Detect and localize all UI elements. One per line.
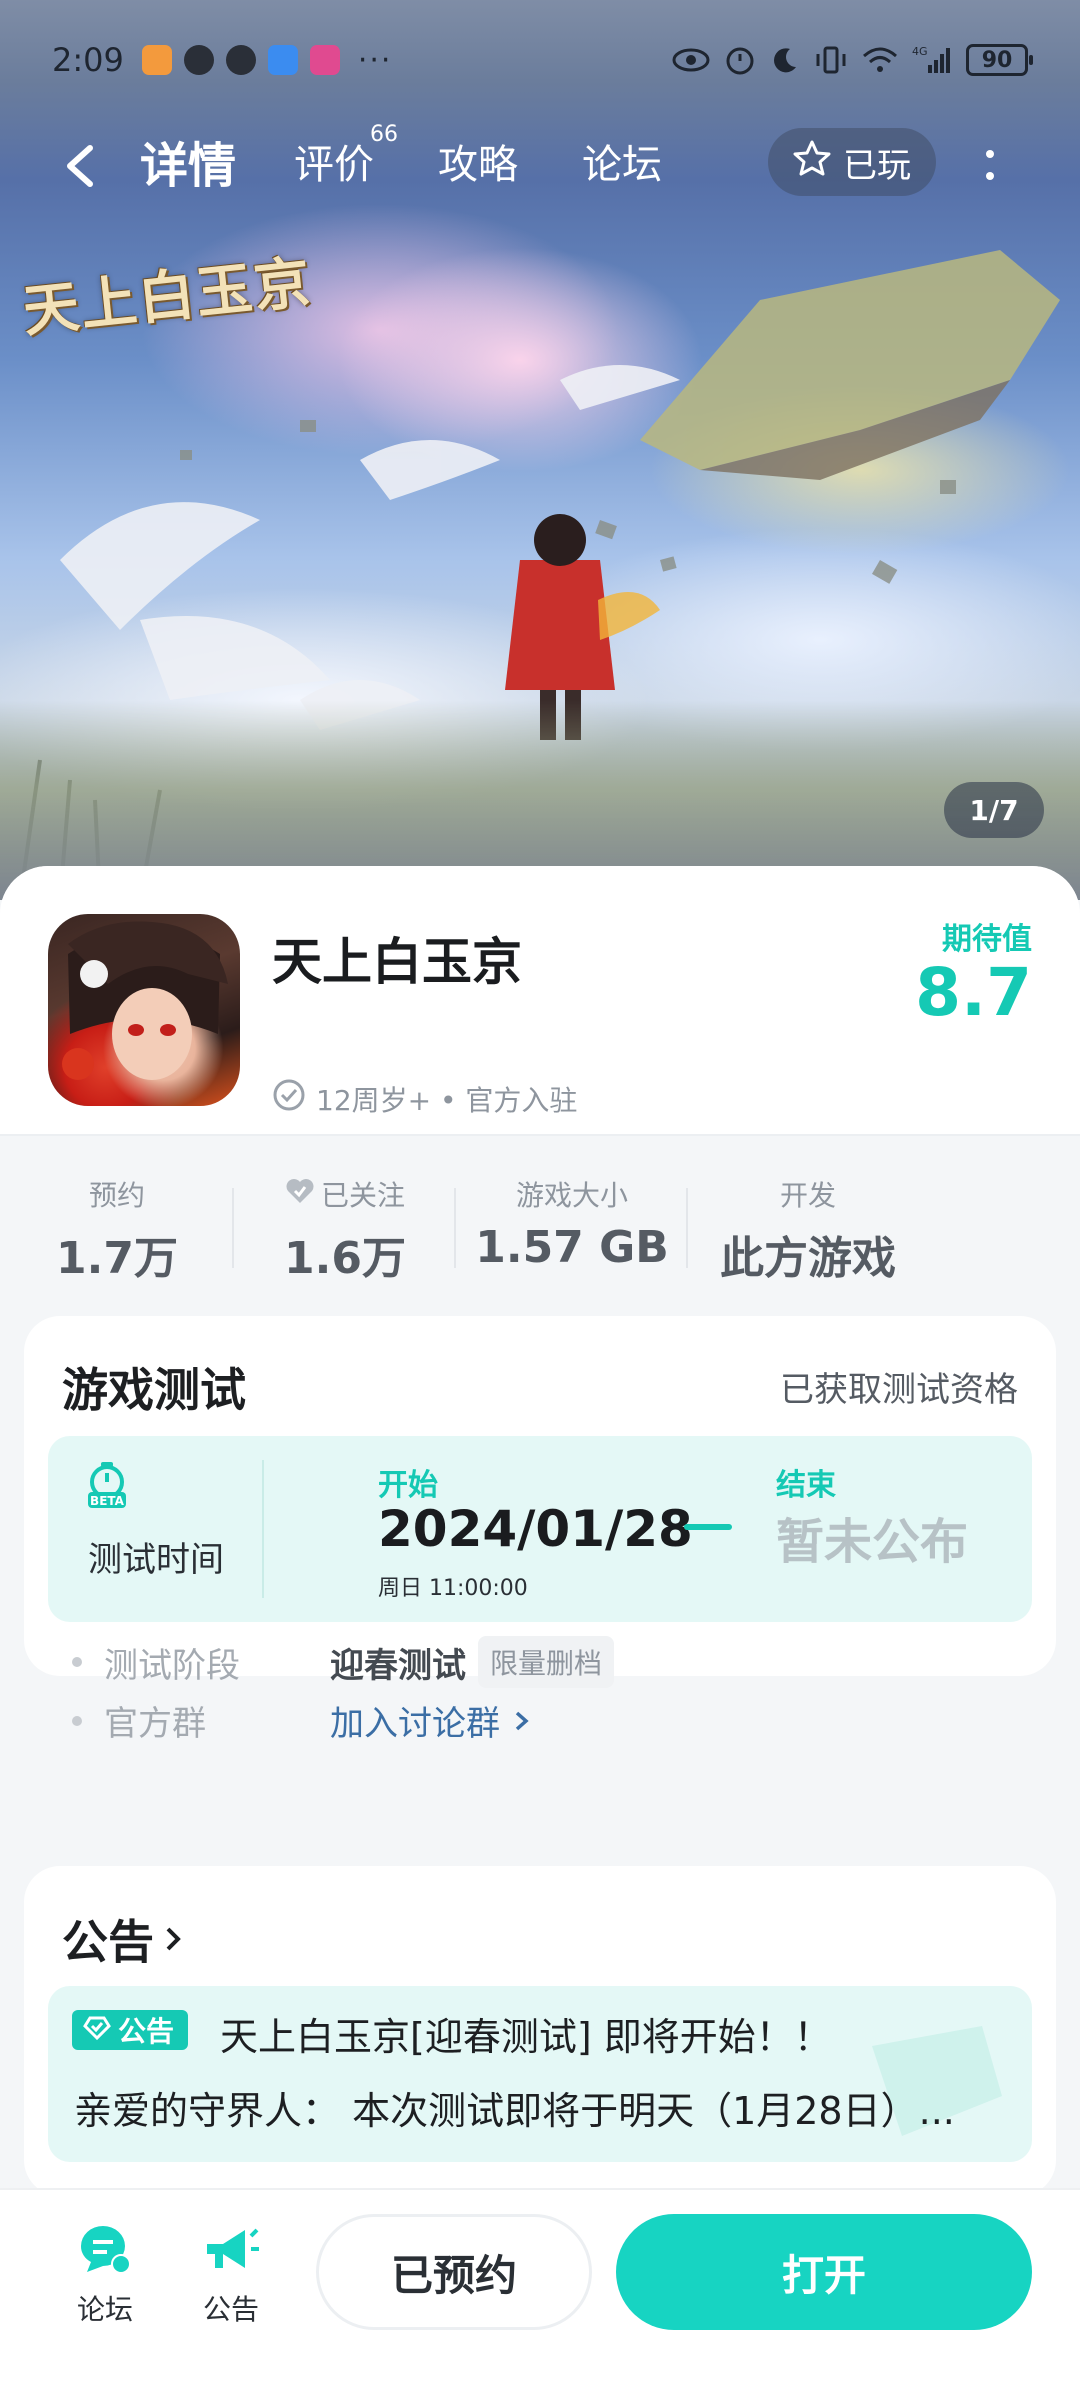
test-time-label-area: BETA 测试时间 xyxy=(48,1436,264,1622)
test-time-box: BETA 测试时间 开始 2024/01/28 周日 11:00:00 结束 暂… xyxy=(48,1436,1032,1622)
stat-label: 开发 xyxy=(779,1179,836,1212)
stat-value: 1.7万 xyxy=(56,1233,178,1284)
alarm-icon xyxy=(724,44,756,76)
vibrate-icon xyxy=(814,45,848,75)
expectation-score: 期待值 8.7 xyxy=(915,914,1032,1027)
top-nav: 详情 评价 66 攻略 论坛 已玩 xyxy=(0,122,1080,208)
notice-tag-label: 公告 xyxy=(118,2015,175,2048)
expectation-value: 8.7 xyxy=(915,954,1032,1031)
tab-forum[interactable]: 论坛 xyxy=(582,132,662,190)
stat-label: 已关注 xyxy=(320,1179,405,1212)
notice-body: 亲爱的守界人： 本次测试即将于明天（1月28日）... xyxy=(74,2089,955,2133)
test-status: 已获取测试资格 xyxy=(780,1370,1018,1410)
tab-reviews[interactable]: 评价 xyxy=(294,132,374,190)
more-menu-icon[interactable] xyxy=(980,140,1000,190)
network-label: 4G xyxy=(912,45,928,58)
stat-size: 游戏大小 1.57 GB xyxy=(456,1138,688,1288)
game-meta: 12周岁+ • 官方入驻 xyxy=(272,1078,577,1119)
game-meta-text: 12周岁+ • 官方入驻 xyxy=(316,1083,578,1117)
star-icon xyxy=(793,139,831,186)
open-game-button[interactable]: 打开 xyxy=(616,2214,1032,2330)
test-start-detail: 周日 11:00:00 xyxy=(378,1576,528,1601)
reviews-count-badge: 66 xyxy=(370,122,398,147)
test-stage-row: 测试阶段 迎春测试 限量删档 xyxy=(72,1636,615,1688)
tab-guides[interactable]: 攻略 xyxy=(438,132,518,190)
official-group-label: 官方群 xyxy=(104,1704,206,1744)
test-stage-tag: 限量删档 xyxy=(478,1636,615,1688)
cloud-icon xyxy=(267,45,298,75)
stat-label: 游戏大小 xyxy=(515,1179,628,1212)
notice-shortcut-label: 公告 xyxy=(202,2293,259,2326)
notice-card: 公告 公告 天上白玉京[迎春测试] 即将开始！！ 亲爱的守界人： 本次测试即将于… xyxy=(24,1866,1056,2196)
stat-value: 1.6万 xyxy=(284,1233,406,1284)
notice-shortcut[interactable]: 公告 xyxy=(186,2222,276,2328)
expectation-label: 期待值 xyxy=(942,922,1032,957)
date-range-dash xyxy=(684,1524,732,1530)
heart-check-icon xyxy=(285,1177,315,1212)
test-stage-label: 测试阶段 xyxy=(104,1645,240,1686)
forum-shortcut-label: 论坛 xyxy=(76,2293,133,2326)
wifi-icon xyxy=(862,46,898,74)
back-icon[interactable] xyxy=(56,138,106,194)
test-time-label: 测试时间 xyxy=(88,1540,224,1580)
signal-icon: 4G xyxy=(912,45,952,75)
official-group-row: 官方群 加入讨论群 xyxy=(72,1696,533,1745)
notice-item[interactable]: 公告 天上白玉京[迎春测试] 即将开始！！ 亲爱的守界人： 本次测试即将于明天（… xyxy=(48,1986,1032,2162)
video-icon xyxy=(309,45,340,75)
qq-icon xyxy=(183,45,214,75)
bullet-dot xyxy=(72,1715,82,1726)
played-label: 已玩 xyxy=(843,145,911,186)
notice-headline: 天上白玉京[迎春测试] 即将开始！！ xyxy=(220,2015,832,2059)
bullet-dot xyxy=(72,1657,82,1667)
chevron-right-icon xyxy=(511,1704,533,1744)
status-time: 2:09 xyxy=(52,41,124,79)
test-end-value: 暂未公布 xyxy=(776,1514,969,1570)
beta-timer-icon: BETA xyxy=(82,1460,132,1514)
notice-card-title: 公告 xyxy=(62,1915,154,1969)
test-time-divider xyxy=(262,1460,264,1598)
reserved-button[interactable]: 已预约 xyxy=(316,2214,592,2330)
messages-icon xyxy=(225,45,256,75)
test-end-label: 结束 xyxy=(776,1468,836,1503)
heart-check-icon xyxy=(82,2014,112,2047)
megaphone-icon xyxy=(201,2228,261,2282)
verified-check-icon xyxy=(272,1078,306,1119)
stat-reservations: 预约 1.7万 xyxy=(0,1138,234,1288)
taobao-icon xyxy=(141,45,172,75)
game-test-card: 游戏测试 已获取测试资格 BETA 测试时间 开始 2024/01/28 周日 … xyxy=(24,1316,1056,1744)
stat-label: 预约 xyxy=(88,1179,145,1212)
battery-icon: 90 xyxy=(966,44,1033,76)
game-icon[interactable] xyxy=(48,914,240,1106)
game-header: 天上白玉京 12周岁+ • 官方入驻 期待值 8.7 xyxy=(0,866,1080,1136)
moon-icon xyxy=(770,45,800,75)
banner-pager: 1/7 xyxy=(944,782,1044,838)
test-start-label: 开始 xyxy=(378,1468,438,1503)
test-stage-value: 迎春测试 xyxy=(330,1645,466,1686)
eye-icon xyxy=(672,47,710,73)
join-group-text: 加入讨论群 xyxy=(330,1704,500,1744)
chat-bubble-icon xyxy=(75,2226,135,2282)
forum-shortcut[interactable]: 论坛 xyxy=(60,2222,150,2328)
game-stats: 预约 1.7万 已关注 1.6万 游戏大小 1.57 GB 开发 此方游戏 xyxy=(0,1138,1080,1288)
status-bar: 2:09 ··· 4G 90 xyxy=(0,0,1080,120)
notice-header[interactable]: 公告 xyxy=(62,1906,186,1972)
bottom-action-bar: 论坛 公告 已预约 打开 xyxy=(0,2188,1080,2388)
chevron-right-icon xyxy=(162,1912,186,1966)
join-group-link[interactable]: 加入讨论群 xyxy=(330,1696,533,1745)
game-title: 天上白玉京 xyxy=(272,933,522,991)
stat-value: 1.57 GB xyxy=(475,1222,669,1273)
detail-sheet: 天上白玉京 12周岁+ • 官方入驻 期待值 8.7 预约 1.7万 已关注 1… xyxy=(0,866,1080,2388)
beta-badge-label: BETA xyxy=(90,1494,125,1508)
tab-details[interactable]: 详情 xyxy=(133,126,243,196)
stat-value: 此方游戏 xyxy=(720,1233,896,1284)
status-overflow: ··· xyxy=(357,42,393,78)
notice-tag: 公告 xyxy=(72,2010,189,2050)
stat-developer[interactable]: 开发 此方游戏 xyxy=(688,1138,928,1288)
played-button[interactable]: 已玩 xyxy=(768,128,936,196)
test-start-date: 2024/01/28 xyxy=(378,1500,693,1558)
stat-followers[interactable]: 已关注 1.6万 xyxy=(234,1138,456,1288)
test-card-title: 游戏测试 xyxy=(62,1363,246,1417)
